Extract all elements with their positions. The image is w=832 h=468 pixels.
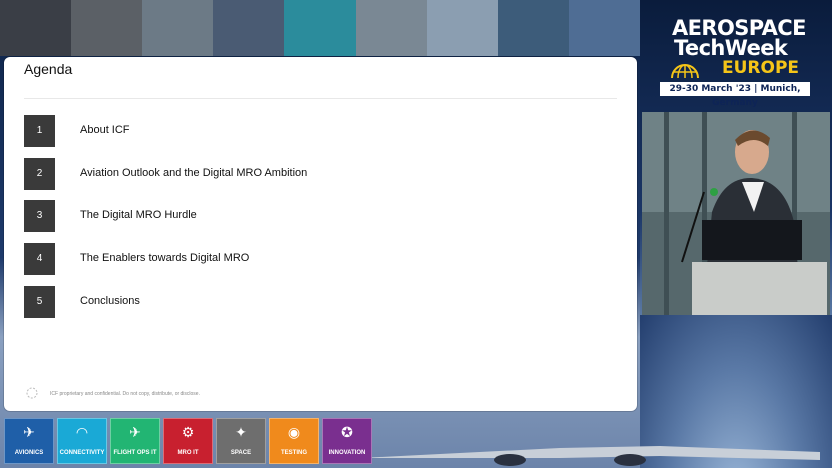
category-label: MRO IT — [177, 450, 199, 456]
category-tile: ⚙ MRO IT — [163, 418, 213, 464]
strip-photo — [71, 0, 143, 56]
strip-photo — [568, 0, 640, 56]
agenda-number: 4 — [24, 243, 55, 275]
bulb-icon: ✪ — [341, 425, 353, 441]
agenda-label: The Enablers towards Digital MRO — [80, 252, 250, 264]
agenda-item: 3 The Digital MRO Hurdle — [24, 200, 524, 232]
slide-title: Agenda — [24, 61, 73, 77]
agenda-number: 1 — [24, 115, 55, 147]
strip-photo — [497, 0, 569, 56]
agenda-label: Aviation Outlook and the Digital MRO Amb… — [80, 167, 308, 179]
avionics-icon: ✈ — [23, 425, 35, 441]
footer-disclaimer: ICF proprietary and confidential. Do not… — [50, 391, 200, 397]
icf-logo-icon — [26, 387, 38, 399]
agenda-item: 1 About ICF — [24, 115, 524, 147]
plane-icon: ✈ — [129, 425, 141, 441]
category-tile: ◠ CONNECTIVITY — [57, 418, 107, 464]
strip-photo — [142, 0, 214, 56]
agenda-label: The Digital MRO Hurdle — [80, 209, 197, 221]
logo-europe: EUROPE — [722, 58, 800, 78]
image-strip — [0, 0, 640, 56]
category-label: TESTING — [280, 450, 307, 456]
event-dates: 29-30 March '23 | Munich, Germany — [660, 82, 810, 108]
category-tile: ✈ AVIONICS — [4, 418, 54, 464]
agenda-item: 2 Aviation Outlook and the Digital MRO A… — [24, 158, 524, 190]
category-tile: ✦ SPACE — [216, 418, 266, 464]
strip-photo — [426, 0, 498, 56]
strip-photo — [355, 0, 427, 56]
category-label: SPACE — [230, 450, 252, 456]
event-logo: AEROSPACE TechWeek EUROPE 29-30 March '2… — [656, 12, 821, 108]
agenda-label: About ICF — [80, 124, 130, 136]
category-tile: ✪ INNOVATION — [322, 418, 372, 464]
agenda-number: 3 — [24, 200, 55, 232]
logo-techweek: TechWeek — [674, 36, 788, 60]
agenda-item: 5 Conclusions — [24, 286, 524, 318]
slide: Agenda 1 About ICF 2 Aviation Outlook an… — [4, 57, 637, 411]
strip-photo — [0, 0, 72, 56]
strip-photo — [284, 0, 356, 56]
gears-icon: ⚙ — [181, 425, 195, 441]
globe-icon — [671, 64, 699, 79]
category-label: INNOVATION — [328, 450, 366, 456]
category-tile: ✈ FLIGHT OPS IT — [110, 418, 160, 464]
speaker-video — [642, 112, 830, 315]
slide-divider — [24, 98, 617, 99]
agenda-item: 4 The Enablers towards Digital MRO — [24, 243, 524, 275]
strip-photo — [213, 0, 285, 56]
agenda-number: 5 — [24, 286, 55, 318]
category-bar: ✈ AVIONICS ◠ CONNECTIVITY ✈ FLIGHT OPS IT ⚙ MRO… — [4, 418, 372, 464]
aircraft-silhouette — [360, 446, 820, 466]
satellite-icon: ✦ — [235, 425, 247, 441]
target-icon: ◉ — [287, 425, 301, 441]
category-label: AVIONICS — [14, 450, 44, 456]
category-tile: ◉ TESTING — [269, 418, 319, 464]
speaker-figure — [642, 112, 830, 315]
category-label: CONNECTIVITY — [59, 450, 105, 456]
category-label: FLIGHT OPS IT — [113, 450, 157, 456]
agenda-label: Conclusions — [80, 295, 140, 307]
signal-icon: ◠ — [75, 425, 89, 441]
agenda-number: 2 — [24, 158, 55, 190]
